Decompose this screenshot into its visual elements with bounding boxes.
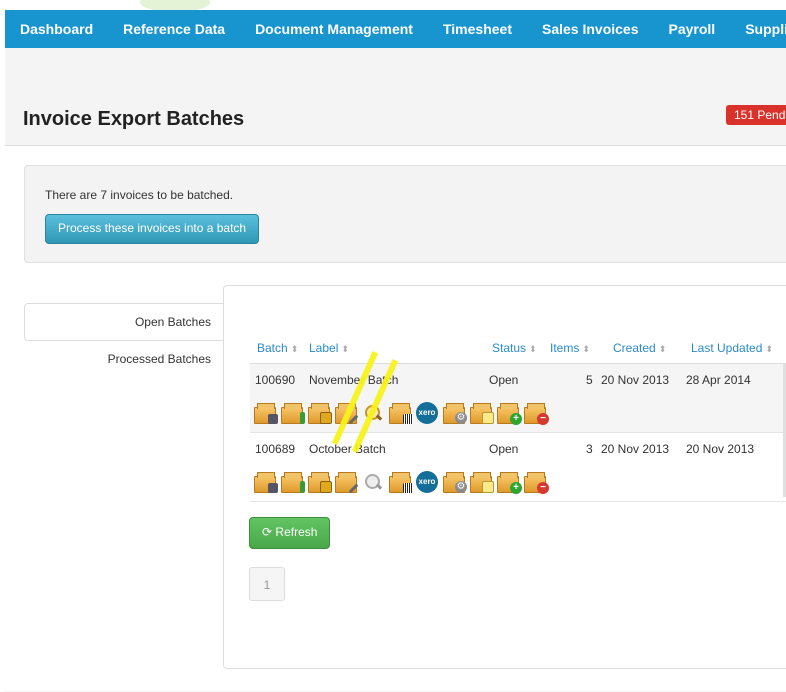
invoices-to-batch-text: There are 7 invoices to be batched. bbox=[45, 188, 234, 202]
add-box-icon[interactable]: + bbox=[497, 401, 522, 425]
batch-created: 20 Nov 2013 bbox=[601, 442, 670, 456]
nav-sales-invoices[interactable]: Sales Invoices bbox=[527, 21, 654, 37]
nav-reference-data[interactable]: Reference Data bbox=[108, 21, 240, 37]
note-box-icon[interactable] bbox=[470, 401, 494, 424]
refresh-icon: ⟳ bbox=[262, 525, 273, 539]
table-row: 100690 November Batch Open 5 20 Nov 2013… bbox=[250, 364, 786, 433]
col-items[interactable]: Items ⬍ bbox=[550, 341, 590, 355]
calculator-box-icon[interactable] bbox=[254, 401, 278, 424]
sort-icon: ⬍ bbox=[765, 344, 773, 354]
pagination-page-1[interactable]: 1 bbox=[249, 567, 285, 601]
nav-dashboard[interactable]: Dashboard bbox=[5, 21, 108, 37]
col-last-updated[interactable]: Last Updated ⬍ bbox=[691, 341, 773, 355]
sort-icon: ⬍ bbox=[341, 344, 349, 354]
process-invoices-button[interactable]: Process these invoices into a batch bbox=[45, 214, 260, 244]
xero-icon[interactable]: xero bbox=[416, 470, 438, 493]
nav-document-management[interactable]: Document Management bbox=[240, 21, 428, 37]
batch-updated: 20 Nov 2013 bbox=[686, 442, 755, 456]
nav-timesheet[interactable]: Timesheet bbox=[428, 21, 527, 37]
open-batches-panel: Batch ⬍ Label ⬍ Status ⬍ Items ⬍ Created ⬍ La… bbox=[223, 285, 786, 669]
sort-icon: ⬍ bbox=[290, 344, 299, 354]
table-header: Batch ⬍ Label ⬍ Status ⬍ Items ⬍ Created ⬍ La… bbox=[250, 336, 786, 364]
barcode-box-icon[interactable] bbox=[389, 401, 413, 424]
batch-status: Open bbox=[489, 373, 519, 387]
note-box-icon[interactable] bbox=[470, 470, 494, 493]
batch-updated: 28 Apr 2014 bbox=[686, 373, 751, 387]
sort-icon: ⬍ bbox=[529, 344, 537, 354]
settings-box-icon[interactable]: ⚙ bbox=[443, 401, 467, 424]
search-icon[interactable] bbox=[362, 470, 384, 492]
export-box-icon[interactable] bbox=[281, 401, 305, 424]
batch-items: 3 bbox=[586, 442, 593, 456]
col-created[interactable]: Created ⬍ bbox=[613, 341, 666, 355]
tab-processed-batches[interactable]: Processed Batches bbox=[24, 341, 224, 377]
pending-badge[interactable]: 151 Pend bbox=[726, 105, 786, 125]
batch-number: 100690 bbox=[255, 373, 296, 387]
remove-box-icon[interactable]: − bbox=[524, 470, 549, 494]
export-box-icon[interactable] bbox=[281, 470, 305, 493]
batches-table: Batch ⬍ Label ⬍ Status ⬍ Items ⬍ Created ⬍ La… bbox=[250, 336, 786, 502]
calculator-box-icon[interactable] bbox=[254, 470, 278, 493]
remove-box-icon[interactable]: − bbox=[524, 401, 549, 425]
batch-number: 100689 bbox=[255, 442, 296, 456]
batch-created: 20 Nov 2013 bbox=[601, 373, 670, 387]
barcode-box-icon[interactable] bbox=[389, 470, 413, 493]
nav-supplier[interactable]: Supplier P bbox=[730, 21, 786, 37]
lock-box-icon[interactable] bbox=[308, 401, 332, 424]
top-strip bbox=[0, 0, 786, 12]
refresh-label: Refresh bbox=[275, 525, 318, 539]
batch-label: October Batch bbox=[309, 442, 386, 456]
lock-box-icon[interactable] bbox=[308, 470, 332, 493]
col-batch[interactable]: Batch ⬍ bbox=[257, 341, 298, 355]
sort-icon: ⬍ bbox=[658, 344, 667, 354]
batch-items: 5 bbox=[586, 373, 593, 387]
xero-icon[interactable]: xero bbox=[416, 401, 438, 424]
batch-status: Open bbox=[489, 442, 519, 456]
page-title: Invoice Export Batches bbox=[23, 108, 245, 130]
notice-well: There are 7 invoices to be batched. Proc… bbox=[24, 165, 786, 263]
sort-icon: ⬍ bbox=[582, 344, 590, 354]
col-label[interactable]: Label ⬍ bbox=[309, 341, 349, 355]
batch-tabs: Open Batches Processed Batches bbox=[24, 303, 224, 377]
main-navbar: Dashboard Reference Data Document Manage… bbox=[5, 10, 786, 49]
tab-open-batches[interactable]: Open Batches bbox=[24, 303, 224, 341]
add-box-icon[interactable]: + bbox=[497, 470, 522, 494]
settings-box-icon[interactable]: ⚙ bbox=[443, 470, 467, 493]
edit-box-icon[interactable] bbox=[335, 470, 359, 494]
table-row: 100689 October Batch Open 3 20 Nov 2013 … bbox=[250, 433, 786, 502]
nav-payroll[interactable]: Payroll bbox=[654, 21, 731, 37]
col-status[interactable]: Status ⬍ bbox=[492, 341, 537, 355]
refresh-button[interactable]: ⟳ Refresh bbox=[249, 517, 331, 549]
